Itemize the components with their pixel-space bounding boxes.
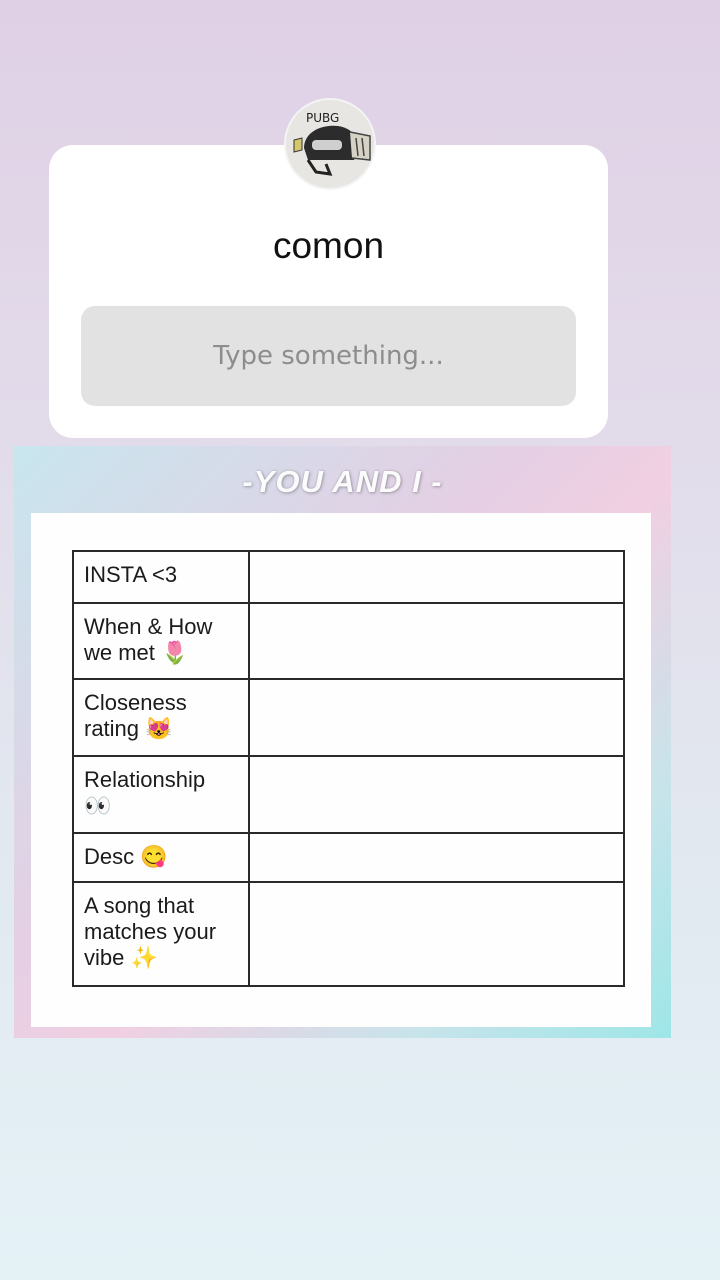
row-label: A song that matches your vibe ✨ <box>72 881 250 987</box>
question-title: comon <box>272 225 385 266</box>
row-label: Closeness rating 😻 <box>72 678 250 757</box>
row-value <box>248 602 625 680</box>
row-label: When & How we met 🌷 <box>72 602 250 680</box>
table-row: Closeness rating 😻 <box>72 678 625 757</box>
table-row: INSTA <3 <box>72 550 625 604</box>
table-row: Relationship 👀 <box>72 755 625 834</box>
table-row: When & How we met 🌷 <box>72 602 625 680</box>
row-label: Desc 😋 <box>72 832 250 883</box>
template-image: -YOU AND I - INSTA <3 When & How we met … <box>14 446 671 1038</box>
answer-input[interactable] <box>81 306 576 406</box>
avatar: PUBG <box>284 98 376 190</box>
template-paper: INSTA <3 When & How we met 🌷 Closeness r… <box>31 513 651 1027</box>
template-heading: -YOU AND I - <box>242 464 443 499</box>
row-value <box>248 678 625 757</box>
row-label: Relationship 👀 <box>72 755 250 834</box>
row-label: INSTA <3 <box>72 550 250 604</box>
row-value <box>248 832 625 883</box>
row-value <box>248 881 625 987</box>
row-value <box>248 755 625 834</box>
row-value <box>248 550 625 604</box>
template-table: INSTA <3 When & How we met 🌷 Closeness r… <box>72 550 625 987</box>
table-row: A song that matches your vibe ✨ <box>72 881 625 987</box>
helmet-logo-icon: PUBG <box>286 100 374 188</box>
avatar-logo-text: PUBG <box>306 111 339 125</box>
table-row: Desc 😋 <box>72 832 625 883</box>
